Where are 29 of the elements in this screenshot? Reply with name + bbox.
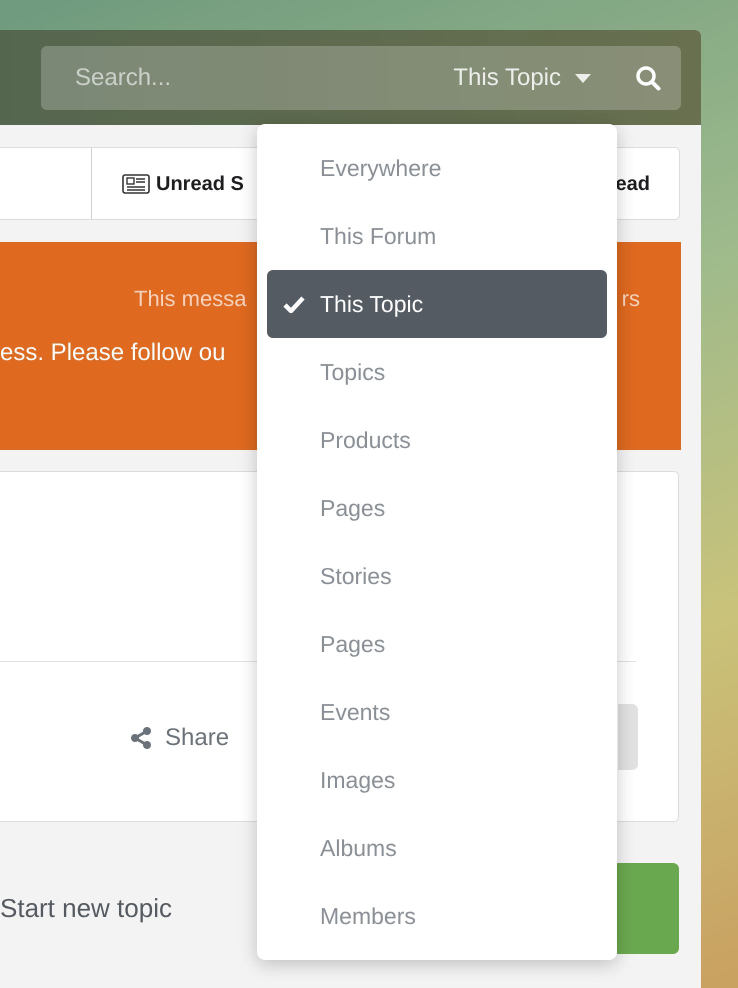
menu-item[interactable]: Images xyxy=(267,746,607,814)
menu-item[interactable]: Stories xyxy=(267,542,607,610)
notice-text: This messa xyxy=(134,285,246,313)
activity-link[interactable]: Unread S xyxy=(122,168,244,198)
share-icon xyxy=(129,726,153,750)
menu-item[interactable]: Pages xyxy=(267,610,607,678)
notice-text: rs xyxy=(622,285,640,313)
search-icon xyxy=(635,65,661,91)
share-button[interactable]: Share xyxy=(129,720,230,756)
menu-item[interactable]: Topics xyxy=(267,338,607,406)
search-field[interactable]: Search... This Topic xyxy=(41,46,681,110)
check-icon xyxy=(283,296,305,312)
menu-item[interactable]: Members xyxy=(267,882,607,950)
menu-item[interactable]: This Topic xyxy=(267,270,607,338)
notice-text: ess. Please follow ou xyxy=(0,338,226,368)
search-button[interactable] xyxy=(635,65,661,91)
caret-icon xyxy=(575,74,591,82)
menu-item[interactable]: This Forum xyxy=(267,202,607,270)
reply-button[interactable] xyxy=(617,863,679,954)
menu-item[interactable]: Albums xyxy=(267,814,607,882)
start-topic-text: Start new topic xyxy=(0,892,172,925)
menu-item[interactable]: Pages xyxy=(267,474,607,542)
search-scope-dropdown[interactable]: This Topic xyxy=(453,60,591,96)
menu-item[interactable]: Products xyxy=(267,406,607,474)
menu-item[interactable]: Everywhere xyxy=(267,134,607,202)
newspaper-icon xyxy=(122,174,150,194)
post-action-button[interactable] xyxy=(618,704,638,770)
activity-link[interactable]: ead xyxy=(616,168,650,198)
menu-item[interactable]: Events xyxy=(267,678,607,746)
